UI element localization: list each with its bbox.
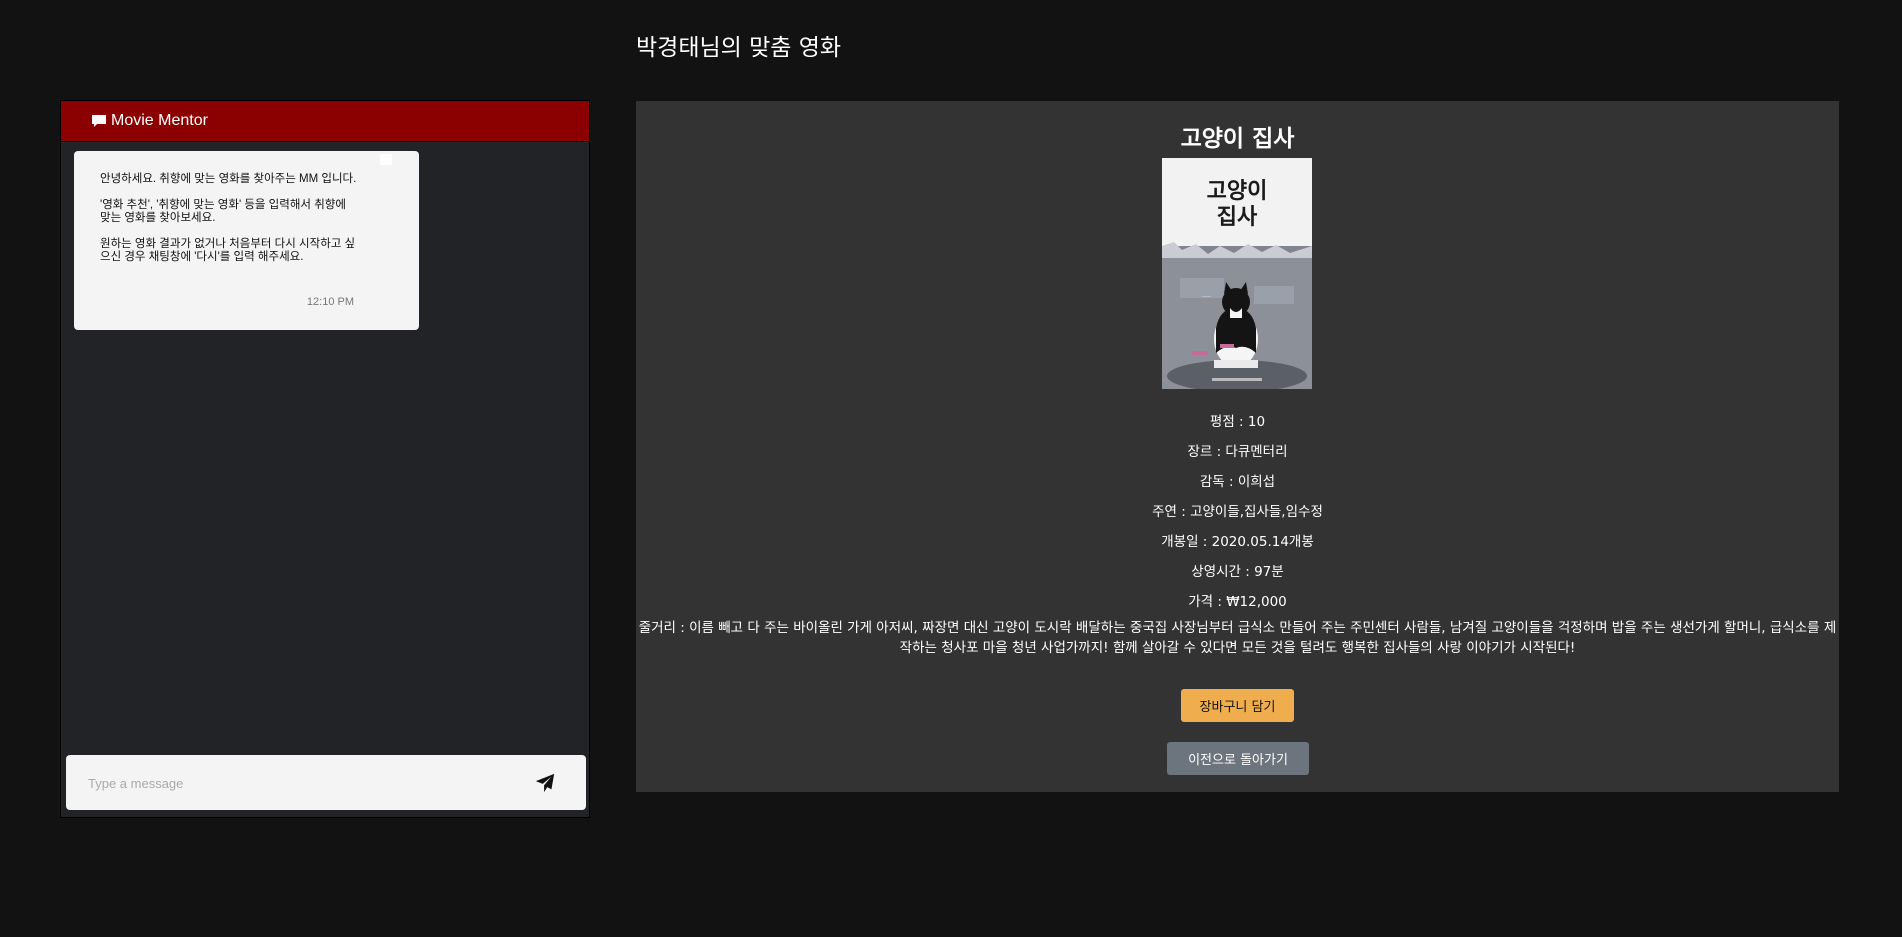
svg-text:-----: ----- bbox=[1202, 294, 1211, 300]
chat-title: Movie Mentor bbox=[111, 112, 208, 129]
chat-message-list: 안녕하세요. 취향에 맞는 영화를 찾아주는 MM 입니다. '영화 추천', … bbox=[61, 142, 589, 742]
message-paragraph: '영화 추천', '취향에 맞는 영화' 등을 입력해서 취향에 맞는 영화를 … bbox=[100, 199, 346, 224]
go-back-button[interactable]: 이전으로 돌아가기 bbox=[1167, 742, 1309, 775]
message-paragraph: 안녕하세요. 취향에 맞는 영화를 찾아주는 MM 입니다. bbox=[100, 173, 357, 185]
message-timestamp: 12:10 PM bbox=[306, 296, 354, 308]
movie-director: 감독 : 이희섭 bbox=[1199, 474, 1276, 490]
chat-header: Movie Mentor bbox=[61, 101, 589, 142]
movie-price: 가격 : ₩12,000 bbox=[1188, 594, 1287, 610]
movie-release-date: 개봉일 : 2020.05.14개봉 bbox=[1161, 534, 1314, 550]
movie-rating: 평점 : 10 bbox=[1209, 414, 1266, 430]
message-marker bbox=[380, 154, 392, 165]
movie-detail-panel: 고양이 집사 ----- 고양이 집사 평점 : 10 장르: 다큐멘터리 감… bbox=[636, 101, 1839, 792]
poster-title-art: 고양이 집사 bbox=[1207, 179, 1268, 230]
chat-panel: Movie Mentor 안녕하세요. 취향에 맞는 영화를 찾아주는 MM 입… bbox=[60, 100, 590, 818]
page-title: 박경태님의 맞춤 영화 bbox=[636, 35, 842, 61]
svg-text:고양이: 고양이 bbox=[1207, 179, 1268, 204]
movie-runtime: 상영시간 : 97분 bbox=[1191, 564, 1284, 580]
add-to-cart-button[interactable]: 장바구니 담기 bbox=[1181, 689, 1294, 722]
movie-poster: ----- 고양이 집사 bbox=[1162, 158, 1312, 389]
movie-title: 고양이 집사 bbox=[1180, 126, 1295, 152]
paper-plane-icon[interactable] bbox=[534, 772, 556, 794]
chat-input-bar bbox=[66, 755, 586, 810]
comment-icon bbox=[92, 115, 106, 127]
bot-message-bubble: 안녕하세요. 취향에 맞는 영화를 찾아주는 MM 입니다. '영화 추천', … bbox=[74, 151, 419, 330]
message-paragraph: 원하는 영화 결과가 없거나 처음부터 다시 시작하고 싶으신 경우 채팅창에 … bbox=[100, 238, 356, 263]
message-input[interactable] bbox=[86, 767, 490, 799]
movie-cast: 주연 : 고양이들,집사들,임수정 bbox=[1152, 504, 1323, 520]
svg-text:집사: 집사 bbox=[1217, 205, 1258, 230]
movie-plot: 줄거리 : 이름 빼고 다 주는 바이올린 가게 아저씨, 짜장면 대신 고양이… bbox=[638, 620, 1837, 656]
movie-genre: 장르 : 다큐멘터리 bbox=[1187, 444, 1288, 460]
